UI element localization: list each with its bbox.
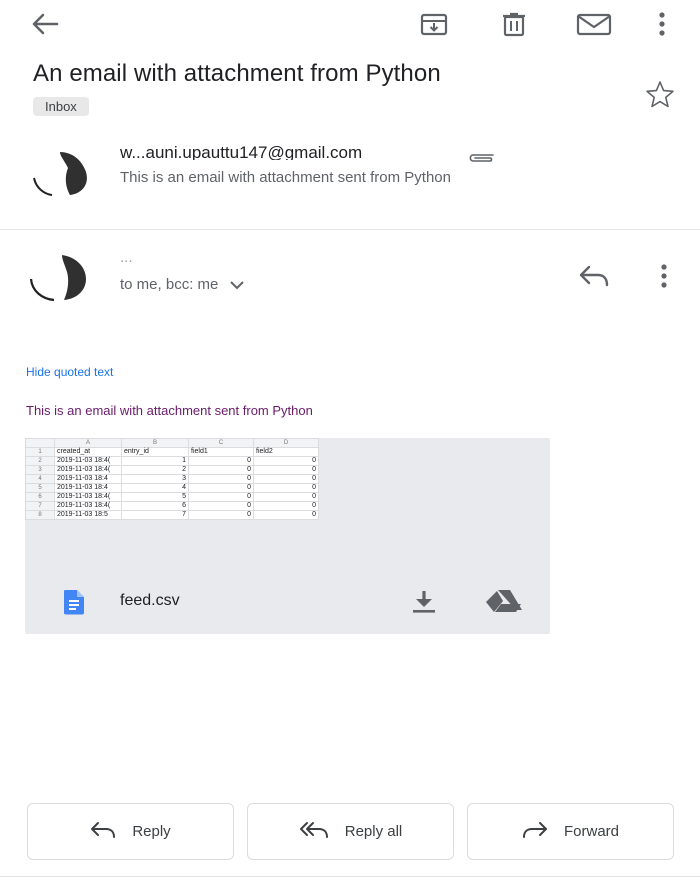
reply-label: Reply bbox=[132, 823, 171, 840]
paperclip-icon bbox=[466, 151, 496, 165]
attachment-preview: A B C D 1 created_at entry_id field1 fie… bbox=[25, 438, 319, 520]
divider bbox=[0, 876, 700, 877]
drive-icon[interactable] bbox=[485, 589, 523, 613]
more-vert-icon[interactable] bbox=[652, 10, 672, 38]
chevron-down-icon[interactable] bbox=[229, 277, 245, 294]
recipients-text: to me, bcc: me bbox=[120, 276, 219, 293]
reply-all-icon bbox=[299, 821, 329, 843]
document-icon bbox=[62, 589, 86, 615]
star-icon[interactable] bbox=[645, 80, 675, 108]
message-sender: w...auni.upauttu147@gmail.com bbox=[120, 143, 363, 160]
inbox-label-chip[interactable]: Inbox bbox=[33, 97, 89, 116]
reply-icon[interactable] bbox=[578, 263, 610, 289]
avatar bbox=[28, 253, 90, 303]
hide-quoted-text-link[interactable]: Hide quoted text bbox=[26, 365, 113, 379]
avatar bbox=[30, 148, 92, 198]
message-sender: ... bbox=[120, 252, 133, 266]
reply-icon bbox=[90, 821, 116, 843]
recipients-details[interactable]: to me, bcc: me bbox=[120, 276, 245, 294]
forward-button[interactable]: Forward bbox=[467, 803, 674, 860]
divider bbox=[0, 229, 700, 230]
archive-icon[interactable] bbox=[420, 10, 448, 38]
reply-button[interactable]: Reply bbox=[27, 803, 234, 860]
message-snippet: This is an email with attachment sent fr… bbox=[120, 169, 451, 186]
email-subject: An email with attachment from Python bbox=[33, 60, 441, 87]
trash-icon[interactable] bbox=[500, 10, 528, 38]
forward-icon bbox=[522, 821, 548, 843]
message-more-icon[interactable] bbox=[654, 263, 674, 289]
reply-all-button[interactable]: Reply all bbox=[247, 803, 454, 860]
message-collapsed[interactable]: w...auni.upauttu147@gmail.com This is an… bbox=[0, 133, 700, 228]
attachment-card[interactable]: A B C D 1 created_at entry_id field1 fie… bbox=[25, 438, 550, 634]
download-icon[interactable] bbox=[411, 590, 437, 614]
reply-all-label: Reply all bbox=[344, 823, 403, 840]
forward-label: Forward bbox=[563, 823, 619, 840]
message-body: This is an email with attachment sent fr… bbox=[26, 403, 313, 418]
attachment-file-name[interactable]: feed.csv bbox=[120, 592, 180, 610]
arrow-left-icon[interactable] bbox=[30, 10, 59, 38]
envelope-icon[interactable] bbox=[576, 10, 612, 38]
